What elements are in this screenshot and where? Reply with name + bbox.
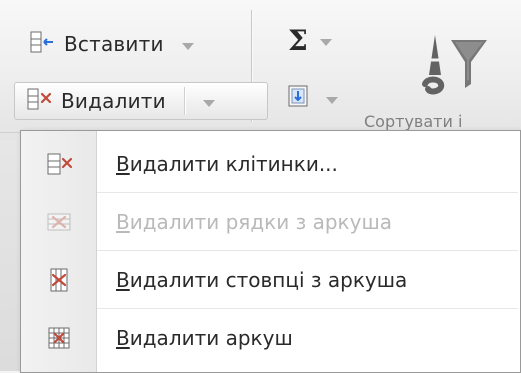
menu-item-delete-rows[interactable]: Видалити рядки з аркуша <box>22 195 519 249</box>
menu-item-label: Видалити аркуш <box>116 326 293 350</box>
autosum-button[interactable]: Σ <box>288 20 332 60</box>
delete-columns-icon <box>22 265 96 295</box>
delete-button[interactable]: Видалити <box>14 82 268 120</box>
autosum-dropdown-arrow-icon[interactable] <box>319 38 332 46</box>
fill-dropdown-arrow-icon[interactable] <box>326 96 338 104</box>
menu-separator <box>97 250 518 251</box>
delete-cells-icon <box>25 85 53 118</box>
menu-item-label: Видалити стовпці з аркуша <box>116 268 408 292</box>
delete-cells-icon <box>22 149 96 179</box>
menu-item-label: Видалити клітинки... <box>116 152 338 176</box>
delete-rows-icon <box>22 207 96 237</box>
sum-icon: Σ <box>288 23 308 57</box>
sort-filter-label: Сортувати і <box>364 112 463 130</box>
insert-dropdown-arrow-icon[interactable] <box>181 42 194 50</box>
menu-separator <box>97 308 518 309</box>
worksheet-background <box>0 140 20 371</box>
insert-button[interactable]: Вставити <box>18 26 204 62</box>
insert-cells-icon <box>28 28 56 61</box>
insert-label: Вставити <box>64 32 164 56</box>
menu-separator <box>97 192 518 193</box>
sort-filter-icon <box>395 35 515 108</box>
menu-item-delete-sheet[interactable]: Видалити аркуш <box>22 311 519 365</box>
fill-icon <box>286 82 316 114</box>
delete-label: Видалити <box>61 89 166 113</box>
menu-item-delete-columns[interactable]: Видалити стовпці з аркуша <box>22 253 519 307</box>
delete-dropdown-arrow-icon[interactable] <box>202 99 215 107</box>
delete-sheet-icon <box>22 323 96 353</box>
menu-item-delete-cells[interactable]: Видалити клітинки... <box>22 137 519 191</box>
menu-item-label: Видалити рядки з аркуша <box>116 210 393 234</box>
delete-dropdown-menu: Видалити клітинки... Видалити рядки з ар… <box>20 130 521 373</box>
fill-button[interactable] <box>286 80 338 116</box>
sort-filter-button[interactable] <box>395 20 515 104</box>
delete-split-divider <box>183 87 185 115</box>
